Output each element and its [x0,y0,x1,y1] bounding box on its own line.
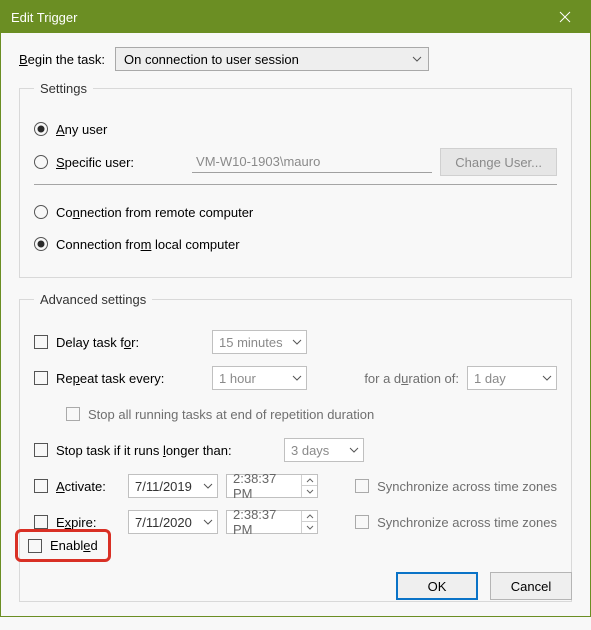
check-repeat-task[interactable] [34,371,48,385]
activate-time-spinner[interactable]: 2:38:37 PM [226,474,318,498]
check-activate-label: Activate: [56,479,120,494]
ok-button-label: OK [428,579,447,594]
check-enabled[interactable] [28,539,42,553]
check-stop-if-longer[interactable] [34,443,48,457]
check-stop-if-longer-label: Stop task if it runs longer than: [56,443,264,458]
duration-label: for a duration of: [364,371,459,386]
radio-any-user[interactable] [34,122,48,136]
close-icon [559,11,571,23]
expire-time-spinner[interactable]: 2:38:37 PM [226,510,318,534]
expire-date-value: 7/11/2020 [135,515,192,530]
spinner-down-icon[interactable] [302,522,317,533]
close-button[interactable] [550,2,580,32]
check-delay-task-label: Delay task for: [56,335,192,350]
radio-remote-connection-label: Connection from remote computer [56,205,253,220]
change-user-button[interactable]: Change User... [440,148,557,176]
cancel-button-label: Cancel [511,579,551,594]
begin-task-label: Begin the task: [19,52,105,67]
duration-combo[interactable]: 1 day [467,366,557,390]
stop-if-longer-value: 3 days [291,443,329,458]
spinner-up-icon[interactable] [302,475,317,486]
spinner-down-icon[interactable] [302,486,317,497]
delay-task-combo[interactable]: 15 minutes [212,330,307,354]
chevron-down-icon [412,56,422,62]
change-user-button-label: Change User... [455,155,542,170]
check-stop-running-label: Stop all running tasks at end of repetit… [88,407,374,422]
check-sync-tz-activate[interactable] [355,479,369,493]
check-delay-task[interactable] [34,335,48,349]
ok-button[interactable]: OK [396,572,478,600]
repeat-task-combo[interactable]: 1 hour [212,366,307,390]
delay-task-value: 15 minutes [219,335,283,350]
cancel-button[interactable]: Cancel [490,572,572,600]
enabled-highlight: Enabled [15,529,111,562]
specific-user-input[interactable] [192,151,432,173]
chevron-down-icon [203,483,213,489]
advanced-legend: Advanced settings [34,292,152,307]
activate-date-value: 7/11/2019 [135,479,192,494]
chevron-down-icon [203,519,213,525]
check-enabled-label: Enabled [50,538,98,553]
expire-date-combo[interactable]: 7/11/2020 [128,510,218,534]
check-repeat-task-label: Repeat task every: [56,371,192,386]
activate-time-value: 2:38:37 PM [227,471,301,501]
check-stop-running[interactable] [66,407,80,421]
repeat-task-value: 1 hour [219,371,256,386]
settings-legend: Settings [34,81,93,96]
check-sync-tz-activate-label: Synchronize across time zones [377,479,557,494]
check-expire[interactable] [34,515,48,529]
chevron-down-icon [292,339,302,345]
check-activate[interactable] [34,479,48,493]
spinner-up-icon[interactable] [302,511,317,522]
chevron-down-icon [542,375,552,381]
separator [34,184,557,185]
stop-if-longer-combo[interactable]: 3 days [284,438,364,462]
begin-task-combo[interactable]: On connection to user session [115,47,429,71]
radio-specific-user-label: Specific user: [56,155,134,170]
check-sync-tz-expire-label: Synchronize across time zones [377,515,557,530]
radio-specific-user[interactable] [34,155,48,169]
activate-date-combo[interactable]: 7/11/2019 [128,474,218,498]
check-sync-tz-expire[interactable] [355,515,369,529]
radio-local-connection-label: Connection from local computer [56,237,240,252]
radio-local-connection[interactable] [34,237,48,251]
check-expire-label: Expire: [56,515,120,530]
window-title: Edit Trigger [11,10,77,25]
chevron-down-icon [349,447,359,453]
expire-time-value: 2:38:37 PM [227,507,301,537]
duration-value: 1 day [474,371,506,386]
begin-task-combo-value: On connection to user session [124,52,299,67]
chevron-down-icon [292,375,302,381]
radio-remote-connection[interactable] [34,205,48,219]
radio-any-user-label: Any user [56,122,107,137]
